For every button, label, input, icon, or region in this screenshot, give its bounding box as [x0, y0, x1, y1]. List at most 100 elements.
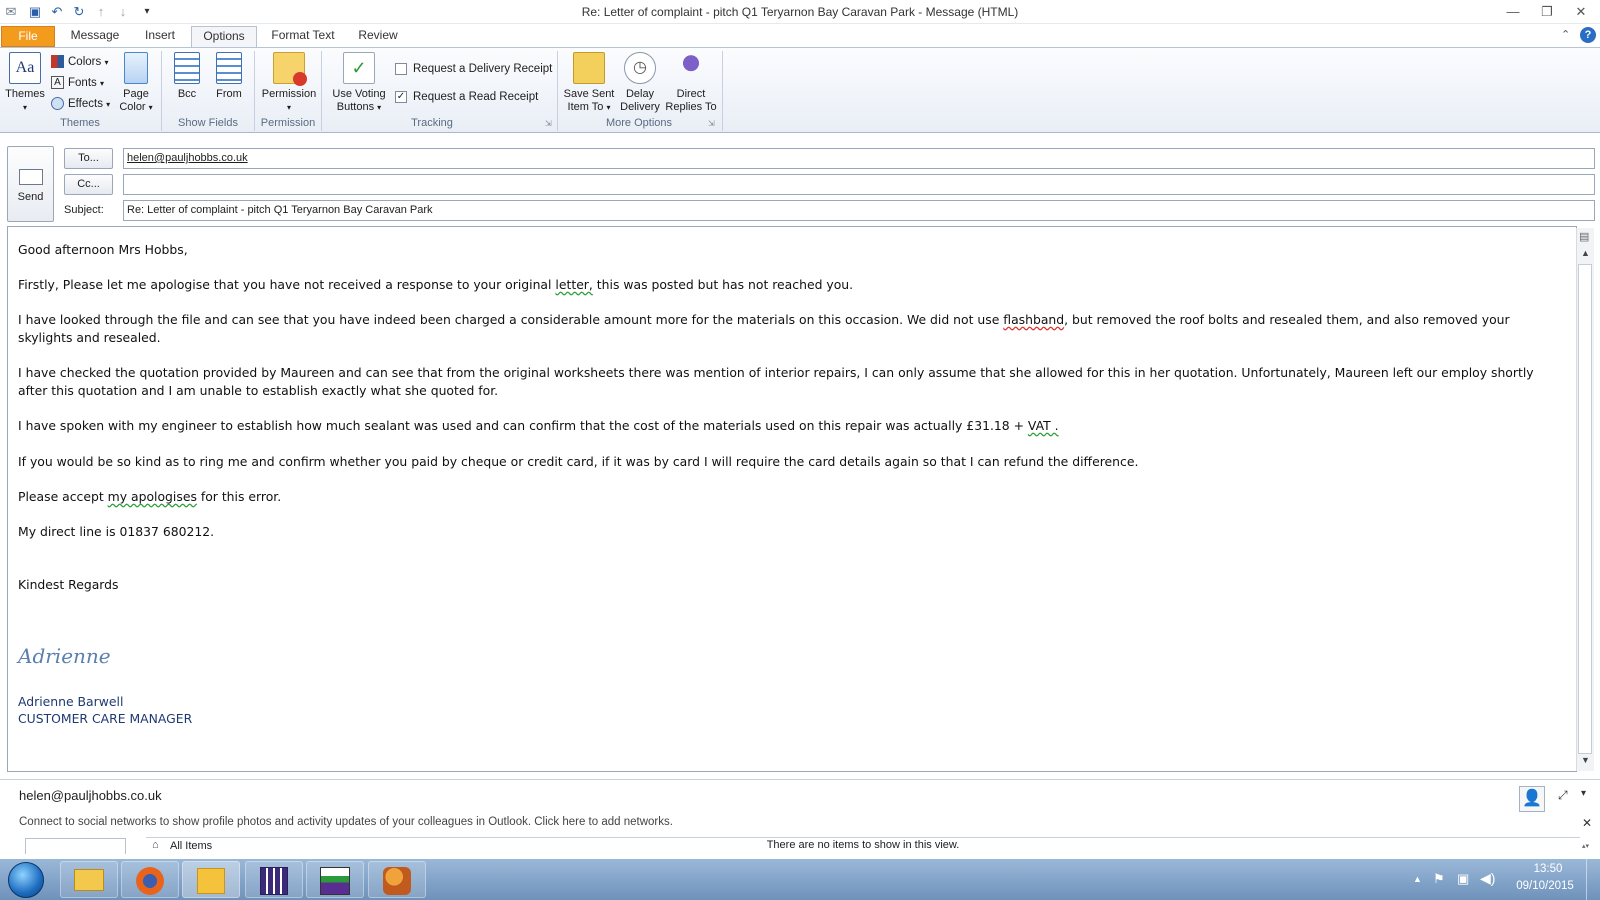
save-sent-label-2: Item To [567, 101, 604, 113]
to-button[interactable]: To... [64, 148, 113, 169]
expand-icon[interactable]: ⤢ [1558, 788, 1568, 803]
dialog-launcher-icon[interactable]: ⇲ [545, 119, 552, 128]
from-label: From [216, 88, 242, 100]
people-list-tab[interactable] [25, 838, 126, 854]
effects-button[interactable]: Effects ▾ [51, 95, 110, 113]
taskbar-explorer-button[interactable] [60, 861, 118, 898]
message-body[interactable]: Good afternoon Mrs Hobbs, Firstly, Pleas… [7, 226, 1577, 772]
send-icon [18, 169, 43, 185]
send-button[interactable]: Send [7, 146, 54, 222]
permission-icon [273, 52, 307, 86]
p6-spell-flag[interactable]: my apologises [108, 489, 197, 504]
delivery-receipt-check[interactable] [395, 62, 407, 75]
scroll-arrows-icon[interactable]: ▴▾ [1582, 842, 1589, 850]
read-receipt-check[interactable]: ✓ [395, 90, 407, 103]
vertical-scrollbar[interactable]: ▤ ▲ ▼ [1576, 228, 1594, 771]
scroll-up-icon[interactable]: ▲ [1581, 248, 1590, 258]
bcc-button[interactable]: Bcc [167, 52, 207, 101]
delivery-receipt-checkbox[interactable]: Request a Delivery Receipt [395, 60, 552, 78]
read-receipt-checkbox[interactable]: ✓ Request a Read Receipt [395, 88, 538, 106]
direct-replies-button[interactable]: Direct Replies To [664, 52, 718, 114]
cc-button[interactable]: Cc... [64, 174, 113, 195]
clock-time[interactable]: 13:50 [1518, 863, 1578, 875]
p2-text: I have looked through the file and can s… [18, 312, 1004, 327]
flag-icon[interactable]: ⚑ [1433, 871, 1445, 887]
bcc-icon [174, 52, 200, 84]
effects-label: Effects [68, 98, 103, 110]
restore-icon[interactable]: ❐ [1532, 2, 1562, 22]
p2-spell-flag[interactable]: flashband [1003, 312, 1064, 327]
p1-text-2: this was posted but has not reached you. [592, 277, 854, 292]
people-contact[interactable]: helen@pauljhobbs.co.uk [19, 788, 162, 803]
permission-button[interactable]: Permission ▾ [258, 52, 320, 114]
start-button[interactable] [8, 862, 44, 898]
avatar-icon[interactable]: 👤 [1519, 786, 1545, 812]
group-label-themes: Themes [60, 117, 100, 129]
bcc-label: Bcc [177, 88, 197, 100]
paragraph-4: I have spoken with my engineer to establ… [18, 417, 1558, 435]
taskbar-firefox-button[interactable] [121, 861, 179, 898]
social-networks-prompt[interactable]: Connect to social networks to show profi… [19, 816, 673, 828]
page-color-icon [124, 52, 148, 84]
folder-icon [573, 52, 605, 84]
clock-date[interactable]: 09/10/2015 [1510, 880, 1580, 892]
permission-label: Permission [261, 88, 317, 100]
effects-icon [51, 97, 64, 111]
signature-name: Adrienne Barwell [18, 694, 124, 709]
network-icon[interactable]: ▣ [1457, 871, 1469, 887]
p1-spell-flag[interactable]: letter, [555, 277, 592, 292]
close-icon[interactable]: ✕ [1582, 816, 1592, 830]
colors-button[interactable]: Colors ▾ [51, 53, 108, 71]
fonts-button[interactable]: A Fonts ▾ [51, 74, 104, 92]
tab-review[interactable]: Review [348, 26, 408, 47]
paragraph-1: Firstly, Please let me apologise that yo… [18, 276, 1558, 294]
help-icon[interactable]: ? [1580, 27, 1596, 43]
scroll-down-icon[interactable]: ▼ [1581, 755, 1590, 765]
to-field[interactable]: helen@pauljhobbs.co.uk [123, 148, 1595, 169]
dropdown-arrow-icon: ▾ [286, 103, 291, 112]
paragraph-5: If you would be so kind as to ring me an… [18, 454, 1139, 469]
group-separator [722, 51, 723, 131]
chevron-down-icon[interactable]: ▾ [1581, 788, 1586, 799]
group-label-permission: Permission [260, 117, 316, 129]
cc-field[interactable] [123, 174, 1595, 195]
taskbar-sage-button[interactable] [306, 861, 364, 898]
taskbar: ▲ ⚑ ▣ ◀) 13:50 09/10/2015 [0, 859, 1600, 900]
clock-icon: ◷ [624, 52, 656, 84]
taskbar-users-button[interactable] [368, 861, 426, 898]
page-color-label-2: Color [119, 101, 146, 113]
users-icon [383, 867, 411, 895]
tab-message[interactable]: Message [62, 26, 128, 47]
save-sent-item-button[interactable]: Save Sent Item To ▾ [562, 52, 616, 114]
delay-label-2: Delivery [620, 101, 660, 113]
themes-button[interactable]: Aa Themes ▾ [4, 52, 46, 114]
page-color-button[interactable]: Page Color ▾ [116, 52, 156, 114]
tab-format-text[interactable]: Format Text [262, 26, 344, 47]
tab-options[interactable]: Options [191, 26, 257, 49]
close-icon[interactable]: ✕ [1566, 2, 1596, 22]
signature-script: Adrienne [18, 644, 111, 668]
subject-field[interactable]: Re: Letter of complaint - pitch Q1 Terya… [123, 200, 1595, 221]
show-desktop-button[interactable] [1586, 859, 1600, 900]
fonts-icon: A [51, 76, 64, 90]
show-hidden-icons[interactable]: ▲ [1413, 874, 1422, 884]
scroll-thumb[interactable] [1578, 264, 1592, 754]
from-button[interactable]: From [209, 52, 249, 101]
volume-icon[interactable]: ◀) [1480, 870, 1495, 887]
p6-text: Please accept [18, 489, 108, 504]
taskbar-calendar-button[interactable] [245, 861, 303, 898]
closing: Kindest Regards [18, 577, 119, 592]
dialog-launcher-icon[interactable]: ⇲ [708, 119, 715, 128]
tab-file[interactable]: File [1, 26, 55, 47]
tab-insert[interactable]: Insert [132, 26, 188, 47]
taskbar-outlook-button[interactable] [182, 861, 240, 898]
delay-delivery-button[interactable]: ◷ Delay Delivery [616, 52, 664, 114]
p4-spell-flag[interactable]: VAT . [1028, 418, 1059, 433]
p6-text-2: for this error. [196, 489, 282, 504]
themes-label: Themes [5, 88, 45, 100]
minimize-icon[interactable]: — [1498, 2, 1528, 22]
paragraph-2: I have looked through the file and can s… [18, 311, 1558, 347]
ruler-icon[interactable]: ▤ [1579, 230, 1589, 243]
minimize-ribbon-icon[interactable]: ⌃ [1561, 28, 1570, 41]
voting-buttons-button[interactable]: ✓ Use Voting Buttons ▾ [327, 52, 391, 114]
